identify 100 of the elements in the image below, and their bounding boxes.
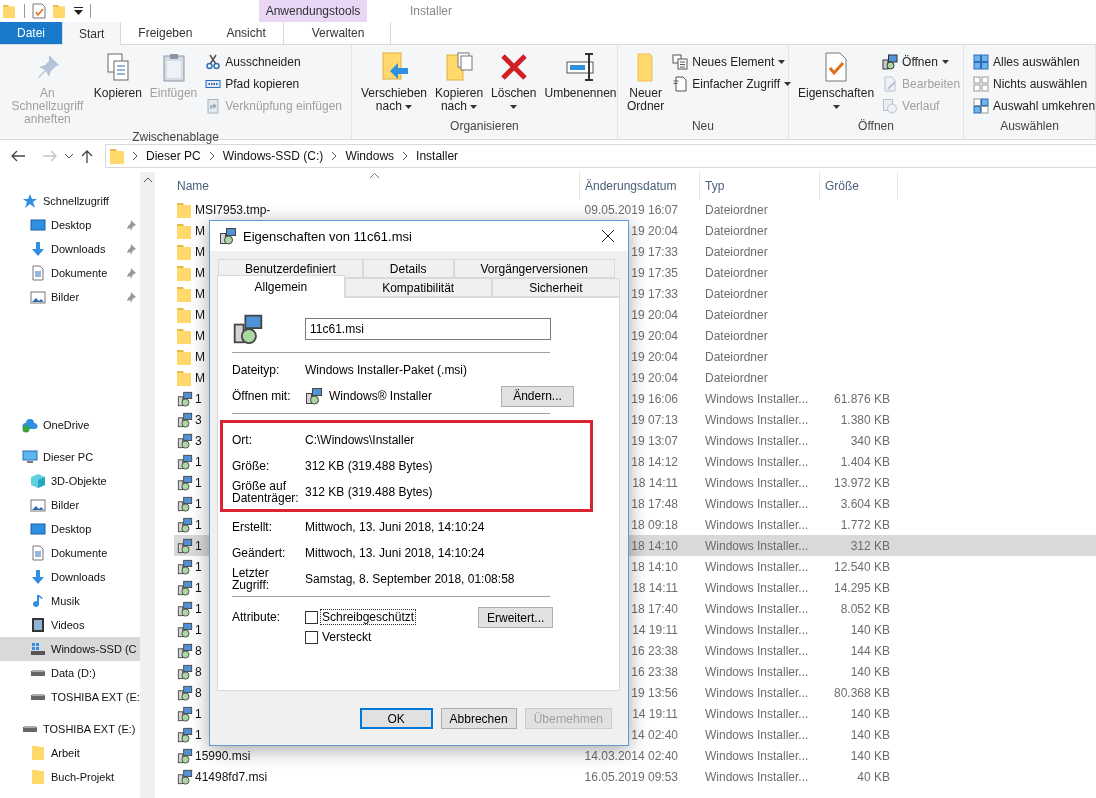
breadcrumb[interactable]: Dieser PC xyxy=(144,149,203,163)
ribbon-tab[interactable]: Verwalten xyxy=(282,22,391,44)
dialog-button[interactable]: Abbrechen xyxy=(440,708,517,729)
download-icon xyxy=(30,241,46,257)
nav-item[interactable]: Dokumente xyxy=(0,261,140,285)
nav-item[interactable]: TOSHIBA EXT (E:) xyxy=(0,717,140,741)
ribbon-button[interactable]: Auswahl umkehren xyxy=(970,95,1096,116)
nav-item[interactable]: Desktop xyxy=(0,517,140,541)
checkbox-box[interactable] xyxy=(305,610,318,624)
nav-item[interactable]: Buch-Projekt xyxy=(0,765,140,789)
ribbon-button[interactable]: Alles auswählen xyxy=(970,51,1096,72)
recent-locations-button[interactable] xyxy=(63,151,75,161)
date-cell: 19 20:04 xyxy=(631,328,678,343)
ribbon-button[interactable]: Pfad kopieren xyxy=(202,73,345,94)
file-name: 3 xyxy=(195,412,202,427)
nav-item[interactable]: Downloads xyxy=(0,237,140,261)
folder-icon xyxy=(177,369,191,386)
window-title: Installer xyxy=(410,4,453,18)
date-cell: 19 17:33 xyxy=(631,286,678,301)
type-cell-text: Windows Installer... xyxy=(704,559,810,574)
nav-item[interactable]: Videos xyxy=(0,613,140,637)
ribbon-button[interactable]: Einfacher Zugriff xyxy=(669,73,795,94)
nav-item[interactable]: Bilder xyxy=(0,493,140,517)
date-cell: 14.03.2014 02:40 xyxy=(584,748,678,763)
nav-item[interactable]: Data (D:) xyxy=(0,661,140,685)
file-name: M xyxy=(195,328,205,343)
column-header[interactable]: Größe xyxy=(820,172,898,199)
advanced-button[interactable]: Erweitert... xyxy=(478,607,554,628)
date-cell: 18 14:11 xyxy=(632,580,678,595)
size-cell-text: 80.368 KB xyxy=(832,685,891,700)
date-cell: 16 23:38 xyxy=(631,643,678,658)
type-cell-text: Windows Installer... xyxy=(704,748,810,763)
back-button[interactable] xyxy=(9,148,27,164)
breadcrumb[interactable]: Installer xyxy=(414,149,461,163)
file-name: 15990.msi xyxy=(195,748,251,763)
ribbon-button[interactable]: Neuer Ordner xyxy=(623,49,668,117)
nav-item[interactable]: Bilder xyxy=(0,285,140,309)
dialog-tab[interactable]: Kompatibilität xyxy=(344,278,492,297)
ribbon-button[interactable]: Ausschneiden xyxy=(202,51,345,72)
field-value: 312 KB (319.488 Bytes) xyxy=(305,485,434,499)
file-name: M xyxy=(195,286,205,301)
file-row[interactable]: 15990.msi 14.03.2014 02:40 Windows Installer... 140 KB xyxy=(174,745,1096,766)
nav-item[interactable]: Dieser PC xyxy=(0,445,140,469)
pin-icon xyxy=(126,291,136,303)
breadcrumb[interactable]: Windows-SSD (C:) xyxy=(220,149,326,163)
nav-item[interactable]: 3D-Objekte xyxy=(0,469,140,493)
nav-item[interactable]: Musik xyxy=(0,589,140,613)
document-icon xyxy=(30,545,46,561)
date-cell: 18 14:11 xyxy=(632,475,678,490)
file-name-field[interactable]: 11c61.msi xyxy=(305,318,551,340)
ribbon-button[interactable]: Neues Element xyxy=(669,51,795,72)
ribbon-button[interactable]: Verschieben nach xyxy=(358,49,431,117)
dialog-tab[interactable]: Sicherheit xyxy=(491,278,620,297)
nav-item[interactable]: Dokumente xyxy=(0,541,140,565)
folder-icon xyxy=(177,222,191,239)
nav-item[interactable]: Schnellzugriff xyxy=(0,189,140,213)
file-row[interactable]: 3 19 07:13 Windows Installer... 1.380 KB xyxy=(174,409,1096,430)
address-field[interactable]: Dieser PC Windows-SSD (C:) Windows Installer xyxy=(105,144,1096,168)
column-header[interactable]: Änderungsdatum xyxy=(580,172,700,199)
field-label: Ort: xyxy=(232,434,253,446)
scrollbar[interactable] xyxy=(140,172,155,798)
size-cell-text: 340 KB xyxy=(849,433,891,448)
ribbon-button[interactable]: Löschen xyxy=(488,49,540,117)
file-row[interactable]: MSI7953.tmp- 09.05.2019 16:07 Dateiordner xyxy=(174,199,1096,220)
date-cell: 16.05.2019 09:53 xyxy=(584,769,678,784)
ribbon-button[interactable]: Kopieren xyxy=(90,49,145,128)
breadcrumb[interactable]: Windows xyxy=(343,149,397,163)
checkbox[interactable]: Schreibgeschützt xyxy=(305,607,477,627)
ribbon-button[interactable]: Öffnen xyxy=(879,51,964,72)
nav-item[interactable]: Downloads xyxy=(0,565,140,589)
nav-item[interactable]: OneDrive xyxy=(0,413,140,437)
file-menu-button[interactable]: Datei xyxy=(0,22,62,44)
dialog-tab[interactable]: Details xyxy=(362,259,454,278)
nav-item[interactable]: Windows-SSD (C xyxy=(0,637,140,661)
checkbox-label[interactable]: Schreibgeschützt xyxy=(321,610,416,624)
drive-icon xyxy=(30,693,46,701)
column-header[interactable]: Name xyxy=(174,172,580,199)
file-name: 1 xyxy=(195,538,202,553)
ribbon-button[interactable]: Kopieren nach xyxy=(432,49,487,117)
desktop-icon xyxy=(30,521,46,537)
file-row[interactable]: 8 16 23:38 Windows Installer... 140 KB xyxy=(174,661,1096,682)
file-row[interactable]: 41498fd7.msi 16.05.2019 09:53 Windows Installer... 40 KB xyxy=(174,766,1096,787)
dialog-tab[interactable]: Allgemein xyxy=(217,275,345,298)
type-cell-text: Windows Installer... xyxy=(704,580,810,595)
ribbon-tab[interactable]: Start xyxy=(62,22,122,45)
ribbon-button[interactable]: Eigenschaften xyxy=(795,49,878,117)
ribbon-button[interactable]: Umbenennen xyxy=(541,49,620,117)
change-button[interactable]: Ändern... xyxy=(501,385,574,407)
column-header[interactable]: Typ xyxy=(700,172,820,199)
dialog-tab[interactable]: Vorgängerversionen xyxy=(453,259,615,278)
document-icon xyxy=(672,75,689,92)
nav-item[interactable]: Arbeit xyxy=(0,741,140,765)
field-label: Öffnen mit: xyxy=(232,390,292,402)
nav-item[interactable]: TOSHIBA EXT (E: xyxy=(0,685,140,709)
nav-item[interactable]: Desktop xyxy=(0,213,140,237)
checkbox-box[interactable] xyxy=(305,630,318,644)
type-cell-text: Windows Installer... xyxy=(704,517,810,532)
dialog-button[interactable]: OK xyxy=(359,708,433,729)
ribbon-button[interactable]: Nichts auswählen xyxy=(970,73,1096,94)
file-row[interactable]: 8 19 13:56 Windows Installer... 80.368 KB xyxy=(174,682,1096,703)
